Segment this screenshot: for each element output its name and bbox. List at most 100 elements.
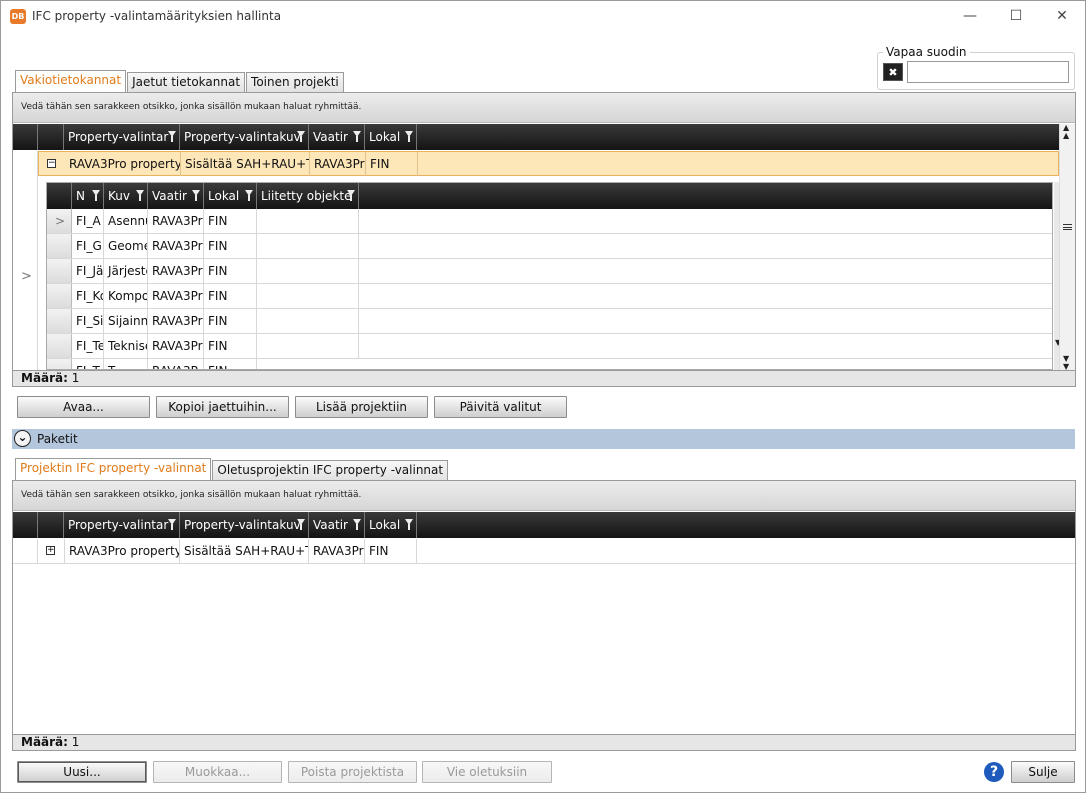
tab-other-project[interactable]: Toinen projekti (246, 72, 344, 92)
table-row[interactable]: FI_Jä Järjeste RAVA3Pr FIN (47, 259, 1052, 284)
row-selector[interactable] (47, 334, 72, 358)
row-selector[interactable] (47, 259, 72, 283)
filter-icon[interactable] (168, 131, 176, 142)
column-header-requirement[interactable]: Vaatir (309, 512, 365, 538)
table-row[interactable]: FI_Ko Kompo RAVA3Pr FIN (47, 284, 1052, 309)
close-window-button[interactable]: ✕ (1039, 1, 1085, 32)
main-scrollbar[interactable]: ▲ ▲ ▼ ▼ (1059, 124, 1075, 371)
tab-shared-databases[interactable]: Jaetut tietokannat (127, 72, 246, 92)
column-header-linked-objects[interactable]: Liitetty objekte (257, 183, 359, 209)
minimize-button[interactable]: — (947, 1, 993, 32)
column-header-locale[interactable]: Lokal (365, 512, 417, 538)
cell-lokaali: FIN (204, 359, 257, 369)
cell-n: FI_T (72, 359, 104, 369)
filter-icon[interactable] (353, 131, 361, 142)
row-indicator-cell (13, 539, 38, 563)
row-selector[interactable]: > (47, 209, 72, 233)
cell-n: FI_G (72, 234, 104, 258)
cell-lokaali: FIN (204, 234, 257, 258)
filter-icon[interactable] (136, 190, 144, 201)
column-header-vaatimus[interactable]: Vaatir (148, 183, 204, 209)
project-properties-grid: Vedä tähän sen sarakkeen otsikko, jonka … (12, 480, 1076, 751)
column-header-requirement[interactable]: Vaatir (309, 124, 365, 150)
filter-icon[interactable] (245, 190, 253, 201)
cell-vaatimus: RAVA3Pr (148, 309, 204, 333)
maximize-button[interactable]: ☐ (993, 1, 1039, 32)
close-button[interactable]: Sulje (1011, 761, 1075, 783)
remove-from-project-button[interactable]: Poista projektista (288, 761, 417, 783)
column-header-lokaali[interactable]: Lokal (204, 183, 257, 209)
filter-icon[interactable] (192, 190, 200, 201)
filter-icon[interactable] (297, 131, 305, 142)
row-selector[interactable] (47, 309, 72, 333)
column-header-name[interactable]: Property-valintar (64, 512, 180, 538)
cell-vaatimus: RAVA3P (148, 359, 204, 369)
scroll-bottom-icon[interactable]: ▼ ▼ (1063, 355, 1069, 371)
tab-project-ifc-properties[interactable]: Projektin IFC property -valinnat (15, 458, 212, 480)
scroll-thumb-grip-icon[interactable] (1063, 224, 1072, 230)
cell-vaatimus: RAVA3Pr (148, 234, 204, 258)
clear-filter-icon[interactable]: ✖ (883, 63, 903, 81)
row-indicator-column: > (13, 151, 38, 371)
filter-icon[interactable] (405, 131, 413, 142)
cell-name: RAVA3Pro propertyv (65, 152, 181, 176)
filter-icon[interactable] (297, 519, 305, 530)
column-header-locale[interactable]: Lokal (365, 124, 417, 150)
cell-kuv: T (104, 359, 148, 369)
free-filter-input[interactable] (907, 61, 1069, 83)
header-indicator (13, 512, 38, 538)
cell-vaatimus: RAVA3Pr (148, 284, 204, 308)
app-logo-icon: DB (10, 9, 26, 24)
edit-button[interactable]: Muokkaa... (153, 761, 282, 783)
table-row-partial[interactable]: FI_T T RAVA3P FIN (47, 359, 1052, 369)
column-header-n[interactable]: N (72, 183, 104, 209)
row-selector[interactable] (47, 284, 72, 308)
add-to-project-button[interactable]: Lisää projektiin (295, 396, 428, 418)
help-icon[interactable]: ? (984, 762, 1004, 782)
column-header-kuv[interactable]: Kuv (104, 183, 148, 209)
bottom-grid-header: Property-valintar Property-valintakuv Va… (13, 512, 1075, 538)
cell-locale: FIN (366, 152, 418, 176)
restore-defaults-button[interactable]: Vie oletuksiin (422, 761, 552, 783)
filter-icon[interactable] (92, 190, 100, 201)
cell-requirement: RAVA3Pr (310, 152, 366, 176)
group-by-hint[interactable]: Vedä tähän sen sarakkeen otsikko, jonka … (13, 93, 1075, 123)
top-tab-strip: Vakiotietokannat Jaetut tietokannat Toin… (15, 70, 345, 92)
packages-expander[interactable]: ⌄ Paketit (12, 429, 1075, 449)
cell-kuv: Geome (104, 234, 148, 258)
table-row[interactable]: > FI_A Asennu RAVA3Pr FIN (47, 209, 1052, 234)
row-selector[interactable] (47, 234, 72, 258)
column-header-description[interactable]: Property-valintakuv (180, 124, 309, 150)
table-row[interactable]: + RAVA3Pro propertyv Sisältää SAH+RAU+TA… (13, 539, 1075, 564)
open-button[interactable]: Avaa... (17, 396, 150, 418)
table-row[interactable]: FI_G Geome RAVA3Pr FIN (47, 234, 1052, 259)
tab-standard-databases[interactable]: Vakiotietokannat (15, 70, 127, 92)
filter-icon[interactable] (168, 519, 176, 530)
row-selector[interactable] (47, 359, 72, 369)
filter-icon[interactable] (347, 190, 355, 201)
scroll-top-icon[interactable]: ▲ ▲ (1063, 124, 1069, 140)
update-selected-button[interactable]: Päivitä valitut (434, 396, 567, 418)
copy-to-shared-button[interactable]: Kopioi jaettuihin... (156, 396, 289, 418)
table-row[interactable]: FI_Te Teknise RAVA3Pr FIN (47, 334, 1052, 359)
collapse-icon[interactable]: − (47, 159, 56, 168)
filter-icon[interactable] (405, 519, 413, 530)
cell-kuv: Kompo (104, 284, 148, 308)
tab-default-project-ifc-properties[interactable]: Oletusprojektin IFC property -valinnat (212, 460, 449, 480)
cell-linked-objects (257, 234, 359, 258)
column-header-description[interactable]: Property-valintakuv (180, 512, 309, 538)
table-row[interactable]: FI_Si Sijainn RAVA3Pr FIN (47, 309, 1052, 334)
expand-icon[interactable]: + (46, 546, 55, 555)
cell-lokaali: FIN (204, 334, 257, 358)
filter-icon[interactable] (353, 519, 361, 530)
cell-vaatimus: RAVA3Pr (148, 334, 204, 358)
cell-n: FI_Jä (72, 259, 104, 283)
new-button[interactable]: Uusi... (17, 761, 147, 783)
chevron-down-icon[interactable]: ⌄ (14, 430, 31, 447)
table-row-selected[interactable]: − RAVA3Pro propertyv Sisältää SAH+RAU+TA… (38, 151, 1059, 176)
cell-kuv: Järjeste (104, 259, 148, 283)
count-label: Määrä: (21, 371, 68, 385)
column-header-name[interactable]: Property-valintar (64, 124, 180, 150)
group-by-hint[interactable]: Vedä tähän sen sarakkeen otsikko, jonka … (13, 481, 1075, 511)
header-expand (38, 124, 64, 150)
